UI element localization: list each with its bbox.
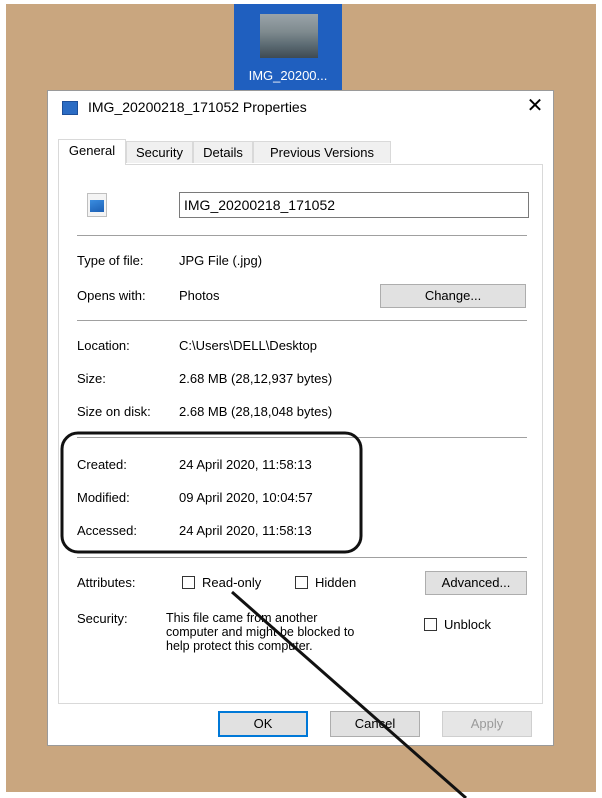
desktop-icon-label: IMG_20200...: [248, 68, 328, 83]
separator: [77, 320, 527, 321]
security-label: Security:: [77, 611, 128, 626]
hidden-checkbox[interactable]: [295, 576, 308, 589]
created-label: Created:: [77, 457, 127, 472]
separator: [77, 557, 527, 558]
title-bar: IMG_20200218_171052 Properties ✕: [48, 91, 553, 123]
size-label: Size:: [77, 371, 106, 386]
modified-value: 09 April 2020, 10:04:57: [179, 490, 313, 505]
security-message-line: computer and might be blocked to: [166, 625, 355, 639]
accessed-value: 24 April 2020, 11:58:13: [179, 523, 312, 538]
cancel-button[interactable]: Cancel: [330, 711, 420, 737]
unblock-label: Unblock: [444, 617, 491, 632]
separator: [77, 235, 527, 236]
apply-button: Apply: [442, 711, 532, 737]
read-only-label: Read-only: [202, 575, 262, 590]
attributes-label: Attributes:: [77, 575, 136, 590]
accessed-label: Accessed:: [77, 523, 137, 538]
size-on-disk-value: 2.68 MB (28,18,048 bytes): [179, 404, 333, 419]
security-message: This file came from another computer and…: [166, 611, 354, 653]
opens-with-value: Photos: [179, 288, 220, 303]
location-value: C:\Users\DELL\Desktop: [179, 338, 317, 353]
general-panel: Type of file: JPG File (.jpg) Opens with…: [58, 164, 543, 704]
type-of-file-value: JPG File (.jpg): [179, 253, 263, 268]
tab-general[interactable]: General: [58, 139, 126, 165]
opens-with-label: Opens with:: [77, 288, 146, 303]
tab-details[interactable]: Details: [193, 141, 253, 163]
read-only-checkbox[interactable]: [182, 576, 195, 589]
created-value: 24 April 2020, 11:58:13: [179, 457, 312, 472]
security-message-line: This file came from another: [166, 611, 318, 625]
image-thumbnail-icon: [260, 14, 318, 58]
dialog-title: IMG_20200218_171052 Properties: [88, 99, 307, 115]
image-file-icon: [87, 193, 107, 217]
ok-button[interactable]: OK: [218, 711, 308, 737]
security-message-line: help protect this computer.: [166, 639, 313, 653]
tab-previous-versions[interactable]: Previous Versions: [253, 141, 391, 163]
properties-dialog: IMG_20200218_171052 Properties ✕ General…: [47, 90, 554, 746]
type-of-file-label: Type of file:: [77, 253, 144, 268]
advanced-button[interactable]: Advanced...: [425, 571, 527, 595]
close-button[interactable]: ✕: [520, 93, 550, 119]
size-on-disk-label: Size on disk:: [77, 404, 151, 419]
location-label: Location:: [77, 338, 130, 353]
size-value: 2.68 MB (28,12,937 bytes): [179, 371, 333, 386]
unblock-checkbox[interactable]: [424, 618, 437, 631]
separator: [77, 437, 527, 438]
change-button[interactable]: Change...: [380, 284, 526, 308]
hidden-label: Hidden: [315, 575, 357, 590]
file-name-input[interactable]: [179, 192, 529, 218]
modified-label: Modified:: [77, 490, 130, 505]
tab-security[interactable]: Security: [126, 141, 193, 163]
image-file-icon: [62, 101, 78, 115]
desktop-file-icon-selected[interactable]: IMG_20200...: [234, 4, 342, 90]
